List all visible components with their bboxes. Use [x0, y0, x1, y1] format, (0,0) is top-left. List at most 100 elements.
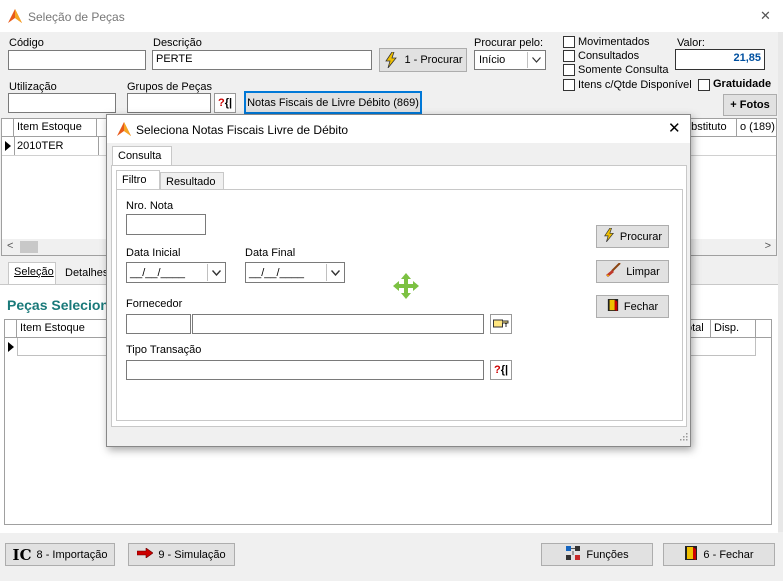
fornecedor-name-field[interactable]	[192, 314, 484, 334]
data-final-label: Data Final	[245, 247, 296, 259]
chevron-down-icon[interactable]	[326, 264, 343, 281]
grupos-field[interactable]	[127, 93, 211, 113]
movimentados-label: Movimentados	[578, 36, 650, 48]
data-final-picker[interactable]: __/__/____	[245, 262, 345, 283]
procurar-button[interactable]: 1 - Procurar	[379, 48, 467, 72]
data-final-value: __/__/____	[249, 267, 305, 279]
arrow-right-icon	[137, 547, 154, 561]
consultados-label: Consultados	[578, 50, 640, 62]
tab-selecao[interactable]: Seleção	[8, 262, 56, 284]
broom-icon	[605, 262, 621, 280]
selected-col-item[interactable]: Item Estoque	[17, 320, 107, 337]
importacao-button[interactable]: IC 8 - Importação	[5, 543, 115, 566]
dialog-limpar-label: Limpar	[626, 265, 660, 278]
procurar-pelo-select[interactable]: Início	[474, 50, 546, 70]
funcoes-button[interactable]: Funções	[541, 543, 653, 566]
question-lookup-icon: ?{|	[493, 364, 509, 376]
dialog-fechar-label: Fechar	[623, 300, 659, 313]
selected-col-disp[interactable]: Disp.	[711, 320, 756, 337]
filtro-panel: Nro. Nota Data Inicial __/__/____ Data F…	[116, 189, 683, 421]
valor-field[interactable]: 21,85	[675, 49, 765, 70]
itens-qtde-checkbox[interactable]	[563, 79, 575, 91]
resize-grip-icon[interactable]	[678, 431, 688, 444]
fechar-button[interactable]: 6 - Fechar	[663, 543, 775, 566]
fornecedor-code-field[interactable]	[126, 314, 191, 334]
exit-door-icon	[607, 298, 619, 315]
somente-consulta-label: Somente Consulta	[578, 64, 669, 76]
tab-resultado[interactable]: Resultado	[160, 172, 224, 190]
data-inicial-value: __/__/____	[130, 267, 186, 279]
consultados-checkbox[interactable]	[563, 50, 575, 62]
tipo-transacao-field[interactable]	[126, 360, 484, 380]
gratuidade-checkbox[interactable]	[698, 79, 710, 91]
lightning-icon	[603, 227, 615, 245]
row-item-cell: 2010TER	[17, 140, 64, 152]
row-pointer-icon	[5, 141, 11, 154]
selected-indicator-col	[5, 320, 17, 337]
codigo-field[interactable]	[8, 50, 146, 70]
simulacao-label: 9 - Simulação	[158, 548, 226, 561]
procurar-pelo-label: Procurar pelo:	[474, 37, 544, 49]
fechar-label: 6 - Fechar	[703, 548, 754, 561]
procurar-label: 1 - Procurar	[404, 54, 463, 66]
fotos-button[interactable]: + Fotos	[723, 94, 777, 116]
chevron-down-icon[interactable]	[207, 264, 224, 281]
scroll-thumb[interactable]	[20, 241, 38, 253]
fornecedor-label: Fornecedor	[126, 298, 183, 310]
tab-filtro[interactable]: Filtro	[116, 170, 160, 190]
itens-qtde-label: Itens c/Qtde Disponível	[578, 79, 692, 91]
functions-icon	[565, 545, 581, 564]
notas-fiscais-button[interactable]: Notas Fiscais de Livre Débito (869)	[244, 91, 422, 114]
valor-label: Valor:	[677, 37, 705, 49]
fornecedor-lookup-button[interactable]	[490, 314, 512, 334]
nro-nota-field[interactable]	[126, 214, 206, 235]
consulta-panel: Filtro Resultado Nro. Nota Data Inicial …	[111, 165, 687, 427]
close-icon[interactable]: ✕	[760, 8, 771, 24]
question-lookup-icon: ?{|	[217, 97, 233, 109]
dialog-title: Seleciona Notas Fiscais Livre de Débito	[136, 123, 349, 137]
dialog-procurar-label: Procurar	[619, 230, 663, 243]
top-grid-col-last[interactable]: o (189)	[737, 119, 777, 136]
dialog-fechar-button[interactable]: Fechar	[596, 295, 669, 318]
importacao-label: 8 - Importação	[36, 548, 108, 561]
title-bar: Seleção de Peças ✕	[0, 0, 783, 32]
dialog-limpar-button[interactable]: Limpar	[596, 260, 669, 283]
procurar-pelo-value: Início	[479, 54, 506, 66]
nro-nota-label: Nro. Nota	[126, 200, 174, 212]
exit-door-icon	[684, 545, 698, 564]
descricao-label: Descrição	[153, 37, 202, 49]
simulacao-button[interactable]: 9 - Simulação	[128, 543, 235, 566]
dialog-procurar-button[interactable]: Procurar	[596, 225, 669, 248]
scroll-right-icon[interactable]: >	[765, 240, 771, 252]
app-logo-icon	[7, 8, 23, 27]
descricao-field[interactable]: PERTE	[152, 50, 372, 70]
grupos-label: Grupos de Peças	[127, 81, 212, 93]
tab-resultado-label: Resultado	[166, 176, 216, 188]
nf-dialog: Seleciona Notas Fiscais Livre de Débito …	[106, 114, 691, 447]
main-vscrollbar[interactable]	[778, 32, 783, 532]
funcoes-label: Funções	[586, 548, 629, 561]
somente-consulta-checkbox[interactable]	[563, 64, 575, 76]
utilizacao-label: Utilização	[9, 81, 57, 93]
close-icon[interactable]: ✕	[668, 119, 681, 137]
move-cross-icon[interactable]	[392, 272, 420, 303]
tab-selecao-label: Seleção	[14, 266, 54, 278]
tipo-transacao-lookup-button[interactable]: ?{|	[490, 360, 512, 380]
grupos-lookup-button[interactable]: ?{|	[214, 93, 236, 113]
import-icon: IC	[12, 545, 32, 564]
tab-detalhes[interactable]: Detalhes	[60, 264, 110, 284]
tipo-transacao-label: Tipo Transação	[126, 344, 202, 356]
lightning-icon	[383, 52, 399, 68]
movimentados-checkbox[interactable]	[563, 36, 575, 48]
window-title: Seleção de Peças	[28, 10, 125, 24]
data-inicial-label: Data Inicial	[126, 247, 181, 259]
selected-title: Peças Seleciona	[7, 297, 117, 313]
fotos-label: + Fotos	[730, 99, 770, 111]
top-grid-col-item[interactable]: Item Estoque	[14, 119, 97, 136]
data-inicial-picker[interactable]: __/__/____	[126, 262, 226, 283]
tab-consulta-label: Consulta	[118, 150, 162, 162]
notas-fiscais-label: Notas Fiscais de Livre Débito (869)	[247, 96, 419, 109]
scroll-left-icon[interactable]: <	[7, 240, 13, 252]
tab-consulta[interactable]: Consulta	[112, 146, 172, 166]
utilizacao-field[interactable]	[8, 93, 116, 113]
